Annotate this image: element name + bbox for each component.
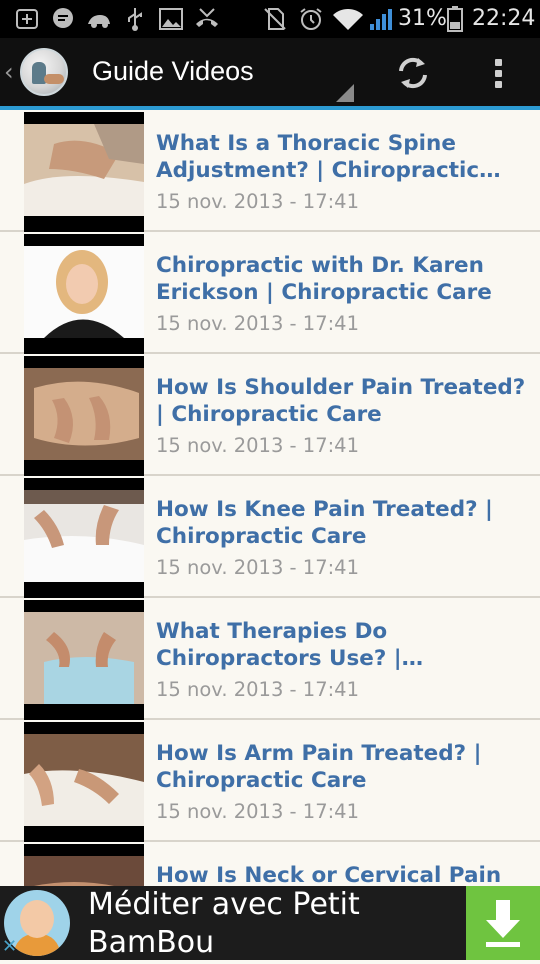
chat-icon [53,8,73,28]
list-item[interactable]: What Therapies Do Chiropractors Use? | C… [0,598,540,720]
ad-banner[interactable]: ✕ Méditer avec Petit BamBou [0,886,540,960]
list-item[interactable]: How Is Arm Pain Treated? | Chiropractic … [0,720,540,842]
battery-icon [447,6,463,32]
video-title[interactable]: How Is Knee Pain Treated? | Chiropractic… [156,496,526,550]
alarm-icon [300,8,322,30]
video-thumbnail[interactable] [24,478,144,598]
list-item[interactable]: How Is Shoulder Pain Treated? | Chiropra… [0,354,540,476]
video-title[interactable]: How Is Arm Pain Treated? | Chiropractic … [156,740,526,794]
ad-text[interactable]: Méditer avec Petit BamBou [88,886,458,962]
list-item[interactable]: What Is a Thoracic Spine Adjustment? | C… [0,110,540,232]
list-item[interactable]: How Is Knee Pain Treated? | Chiropractic… [0,476,540,598]
image-icon [159,8,183,30]
video-thumbnail[interactable] [24,356,144,476]
video-thumbnail[interactable] [24,600,144,720]
video-date: 15 nov. 2013 - 17:41 [156,434,359,457]
ad-download-button[interactable] [466,886,540,960]
status-bar: 31% 22:24 [0,0,540,38]
video-title[interactable]: What Is a Thoracic Spine Adjustment? | C… [156,130,526,184]
video-date: 15 nov. 2013 - 17:41 [156,800,359,823]
page-title[interactable]: Guide Videos [92,56,254,87]
back-icon[interactable]: ‹ [4,58,18,86]
action-bar: ‹ Guide Videos [0,38,540,106]
video-date: 15 nov. 2013 - 17:41 [156,312,359,335]
battery-percent: 31% [398,6,447,31]
video-date: 15 nov. 2013 - 17:41 [156,556,359,579]
list-item[interactable]: Chiropractic with Dr. Karen Erickson | C… [0,232,540,354]
refresh-icon[interactable] [394,54,432,92]
missed-call-icon [196,8,218,27]
video-thumbnail[interactable] [24,112,144,232]
video-title[interactable]: How Is Shoulder Pain Treated? | Chiropra… [156,374,526,428]
overflow-menu-icon[interactable] [486,56,510,90]
spinner-icon[interactable] [336,84,354,102]
list-item[interactable]: How Is Neck or Cervical Pain [0,842,540,886]
video-thumbnail[interactable] [24,844,144,886]
app-logo[interactable] [20,48,68,96]
clock: 22:24 [472,6,536,31]
video-thumbnail[interactable] [24,234,144,354]
signal-icon [370,9,392,30]
video-title[interactable]: Chiropractic with Dr. Karen Erickson | C… [156,252,526,306]
video-list[interactable]: What Is a Thoracic Spine Adjustment? | C… [0,110,540,886]
video-thumbnail[interactable] [24,722,144,842]
download-icon [486,900,520,947]
car-icon [88,15,110,28]
notification-plus-icon [16,9,38,29]
video-title[interactable]: How Is Neck or Cervical Pain [156,862,526,886]
no-sim-icon [264,8,286,30]
usb-icon [128,8,142,31]
wifi-icon [333,9,363,30]
video-date: 15 nov. 2013 - 17:41 [156,190,359,213]
video-date: 15 nov. 2013 - 17:41 [156,678,359,701]
ad-close-icon[interactable]: ✕ [2,936,17,957]
video-title[interactable]: What Therapies Do Chiropractors Use? | C… [156,618,526,672]
